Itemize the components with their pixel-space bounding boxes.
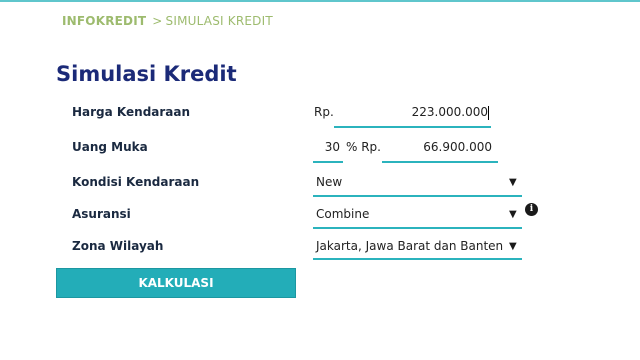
info-icon[interactable]: i bbox=[525, 203, 538, 216]
kondisi-kendaraan-label: Kondisi Kendaraan bbox=[72, 175, 200, 189]
asuransi-select[interactable]: Combine bbox=[316, 207, 369, 221]
page-title: Simulasi Kredit bbox=[56, 62, 237, 86]
chevron-down-icon[interactable]: ▼ bbox=[509, 177, 517, 188]
zona-wilayah-label: Zona Wilayah bbox=[72, 239, 164, 253]
uang-muka-suffix: % Rp. bbox=[346, 140, 381, 154]
text-cursor bbox=[488, 106, 489, 120]
chevron-down-icon[interactable]: ▼ bbox=[509, 209, 517, 220]
zona-wilayah-underline bbox=[313, 258, 522, 260]
asuransi-underline bbox=[313, 227, 522, 229]
harga-kendaraan-label: Harga Kendaraan bbox=[72, 105, 191, 119]
harga-kendaraan-underline bbox=[334, 126, 491, 128]
uang-muka-percent-input[interactable]: 30 bbox=[313, 140, 340, 154]
uang-muka-percent-underline bbox=[313, 161, 343, 163]
asuransi-label: Asuransi bbox=[72, 207, 131, 221]
breadcrumb-current: SIMULASI KREDIT bbox=[165, 14, 273, 28]
breadcrumb: INFOKREDIT > SIMULASI KREDIT bbox=[62, 14, 273, 28]
top-border bbox=[0, 0, 640, 2]
uang-muka-amount-underline bbox=[382, 161, 498, 163]
kalkulasi-button[interactable]: KALKULASI bbox=[56, 268, 296, 298]
uang-muka-amount-input[interactable]: 66.900.000 bbox=[385, 140, 492, 154]
harga-currency-label: Rp. bbox=[314, 105, 334, 119]
kondisi-kendaraan-select[interactable]: New bbox=[316, 175, 342, 189]
uang-muka-label: Uang Muka bbox=[72, 140, 148, 154]
kondisi-kendaraan-underline bbox=[313, 195, 522, 197]
breadcrumb-separator: > bbox=[152, 14, 163, 28]
breadcrumb-home-link[interactable]: INFOKREDIT bbox=[62, 14, 146, 28]
chevron-down-icon[interactable]: ▼ bbox=[509, 241, 517, 252]
harga-kendaraan-input[interactable]: 223.000.000 bbox=[340, 105, 488, 119]
zona-wilayah-select[interactable]: Jakarta, Jawa Barat dan Banten bbox=[316, 239, 503, 253]
